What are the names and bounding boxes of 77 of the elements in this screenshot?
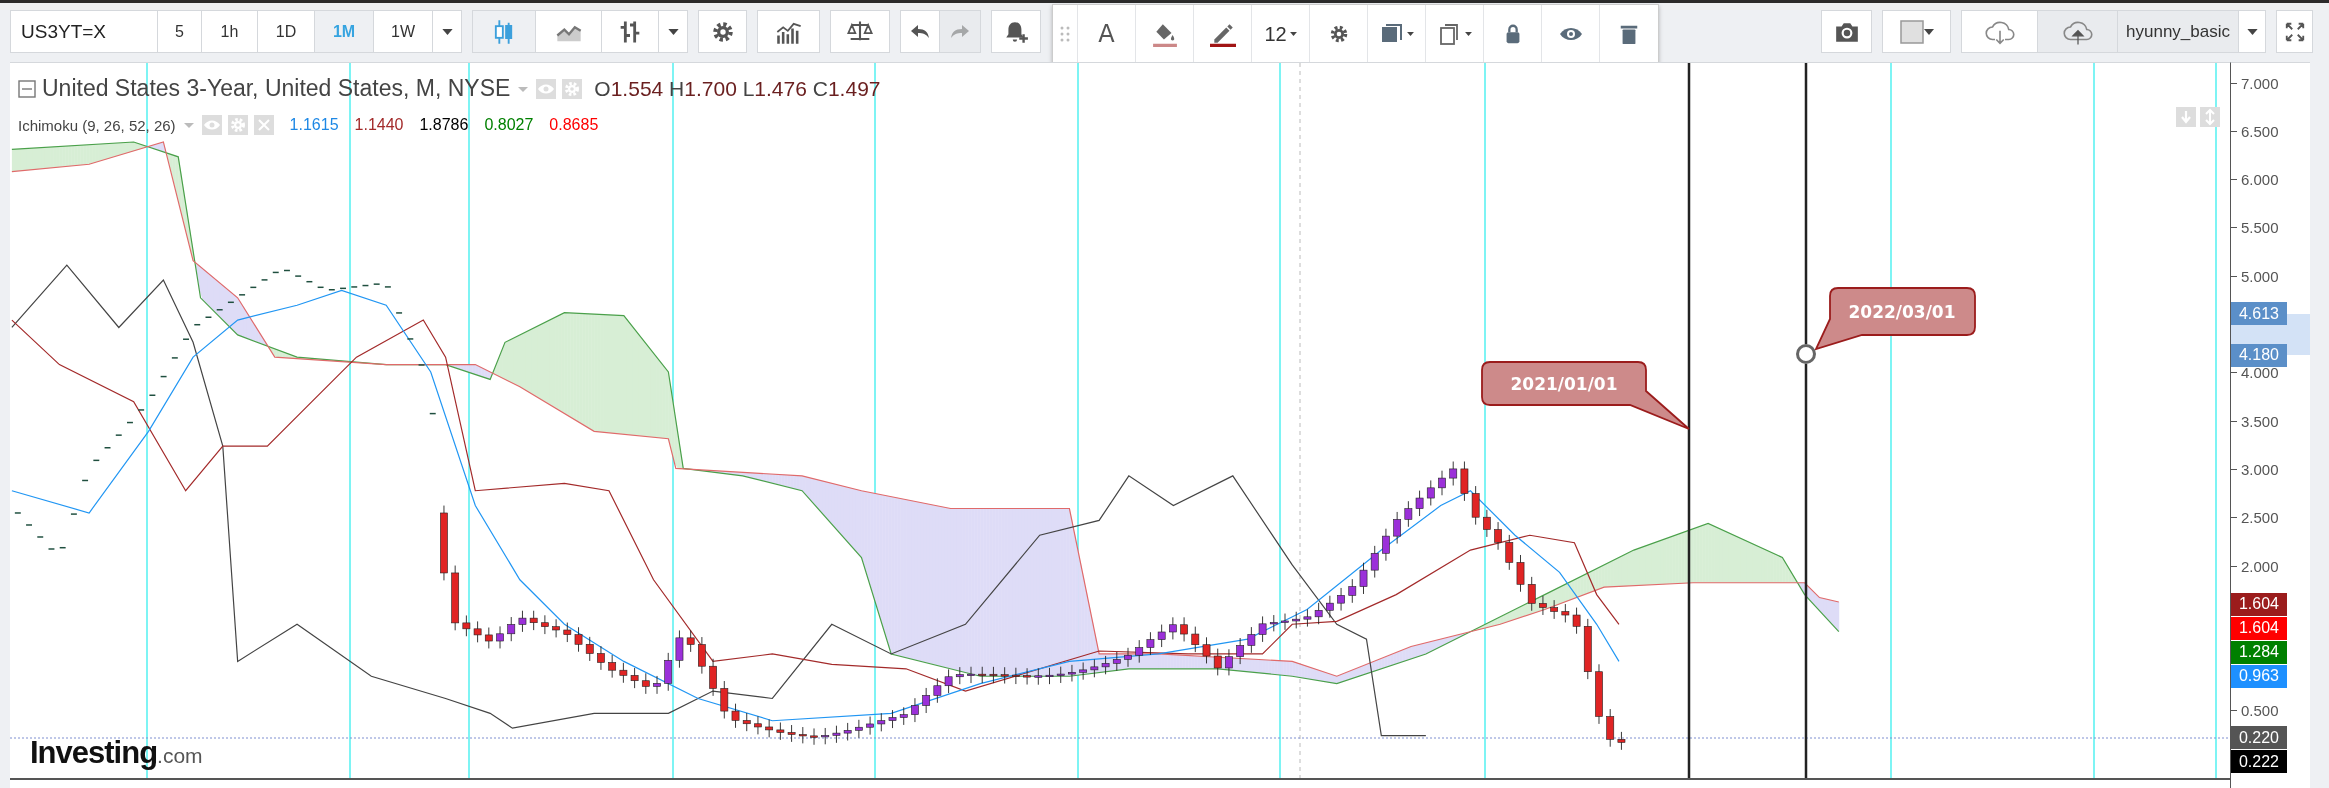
axis-label: 3.500 — [2241, 412, 2279, 430]
fullscreen-icon — [2283, 20, 2306, 43]
price-tag: 0.220 — [2231, 726, 2287, 750]
axis-label: 5.500 — [2241, 219, 2279, 237]
copy-dropdown[interactable] — [1426, 5, 1484, 63]
price-tag: 0.222 — [2231, 750, 2287, 774]
layers-dropdown[interactable] — [1368, 5, 1426, 63]
axis-label: 6.500 — [2241, 122, 2279, 140]
indicator-value: 1.1440 — [354, 116, 404, 134]
interval-dropdown[interactable] — [432, 10, 462, 53]
drag-grip-icon — [1058, 24, 1072, 44]
font-size-dropdown[interactable]: 12 — [1252, 5, 1310, 63]
settings-button[interactable] — [698, 10, 747, 53]
eye-icon — [201, 115, 222, 135]
drag-handle[interactable] — [1796, 344, 1816, 364]
settings-icon — [227, 115, 248, 135]
caret-icon — [1923, 28, 1934, 35]
fullscreen-button[interactable] — [2276, 10, 2313, 53]
color-swatch-icon — [1899, 19, 1924, 44]
chart-type-button[interactable] — [535, 10, 602, 53]
settings-button[interactable] — [1310, 5, 1368, 63]
interval-tab[interactable]: 1W — [373, 10, 433, 53]
price-tag: 4.613 — [2231, 302, 2287, 326]
indicators-button[interactable] — [757, 10, 820, 53]
axis-label: 2.000 — [2241, 557, 2279, 575]
lock-button[interactable] — [1484, 5, 1542, 63]
axis-label: 2.500 — [2241, 509, 2279, 527]
trash-icon — [1618, 23, 1640, 45]
compare-button[interactable] — [830, 10, 890, 53]
axis-label: 0.500 — [2241, 702, 2279, 720]
caret-icon — [441, 28, 453, 35]
indicator-value: 1.1615 — [289, 116, 339, 134]
chart-type-button[interactable] — [601, 10, 659, 53]
interval-tab[interactable]: 1D — [257, 10, 315, 53]
callout-date: 2022/03/01 — [1848, 302, 1956, 322]
price-tag: 0.963 — [2231, 664, 2287, 688]
undo-button[interactable] — [900, 10, 940, 53]
pencil-icon — [1209, 21, 1236, 47]
investing-logo: Investing.com — [30, 735, 203, 771]
price-tag: 1.604 — [2231, 616, 2287, 640]
axis-label: 5.000 — [2241, 267, 2279, 285]
save-template-button[interactable] — [2037, 10, 2118, 53]
visibility-button[interactable] — [1542, 5, 1600, 63]
eye-icon — [536, 78, 557, 99]
alert-button[interactable] — [991, 10, 1041, 53]
indicator-value: 0.8685 — [549, 116, 599, 134]
caret-icon — [667, 28, 679, 35]
load-template-button[interactable] — [1961, 10, 2038, 53]
symbol-field[interactable]: US3YT=X — [10, 10, 158, 53]
interval-tab[interactable]: 1h — [201, 10, 258, 53]
axis-label: 3.000 — [2241, 460, 2279, 478]
indicator-value: 1.8786 — [419, 116, 469, 134]
indicator-value: 0.8027 — [484, 116, 534, 134]
callout-date: 2021/01/01 — [1510, 374, 1618, 394]
settings-icon — [562, 78, 583, 99]
caret-icon — [2246, 28, 2258, 35]
axis-label: 7.000 — [2241, 74, 2279, 92]
price-tag: 1.604 — [2231, 592, 2287, 616]
fill-color-button[interactable] — [1136, 5, 1194, 63]
chart-type-dropdown[interactable] — [658, 10, 688, 53]
caret-icon — [1406, 32, 1414, 36]
template-dropdown[interactable]: hyunny_basic — [2117, 10, 2239, 53]
delete-button[interactable] — [1600, 5, 1658, 63]
line-color-button[interactable] — [1194, 5, 1252, 63]
axis-label: 4.000 — [2241, 364, 2279, 382]
close-icon — [253, 115, 274, 135]
template-caret-button[interactable] — [2238, 10, 2266, 53]
caret-icon — [1289, 32, 1297, 36]
interval-tab[interactable]: 5 — [157, 10, 202, 53]
caret-icon — [1464, 32, 1472, 36]
screenshot-button[interactable] — [1821, 10, 1872, 53]
axis-label: 6.000 — [2241, 171, 2279, 189]
text-tool-button[interactable]: A — [1078, 5, 1136, 63]
price-tag: 4.180 — [2231, 343, 2287, 367]
color-dropdown[interactable] — [1882, 10, 1951, 53]
collapse-icon — [18, 79, 36, 98]
price-tag: 1.284 — [2231, 640, 2287, 664]
